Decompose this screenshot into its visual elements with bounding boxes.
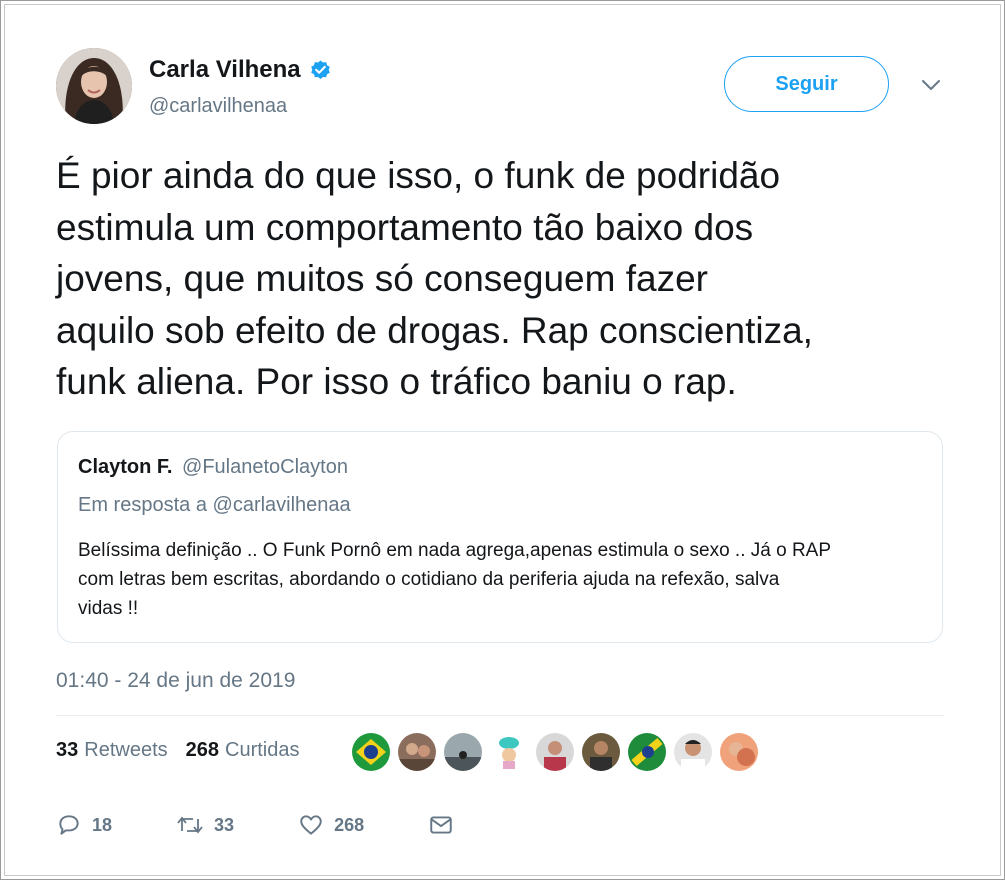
quoted-author-name: Clayton F. (78, 456, 173, 478)
heart-icon (300, 815, 322, 835)
liker-avatar[interactable] (352, 733, 390, 771)
liker-avatar[interactable] (398, 733, 436, 771)
likes-stat[interactable]: 268 Curtidas (186, 739, 300, 762)
likes-label: Curtidas (225, 739, 300, 761)
reply-to-handle[interactable]: @carlavilhenaa (213, 494, 351, 516)
retweet-icon (177, 816, 203, 834)
retweet-action[interactable]: 33 (176, 812, 234, 838)
author-name-row: Carla Vilhena (149, 56, 332, 84)
liker-avatar[interactable] (536, 733, 574, 771)
author-name[interactable]: Carla Vilhena (149, 56, 301, 84)
tweet-line: É pior ainda do que isso, o funk de podr… (56, 155, 781, 196)
liker-avatar[interactable] (582, 733, 620, 771)
liker-avatar[interactable] (674, 733, 712, 771)
tweet-line: funk aliena. Por isso o tráfico baniu o … (56, 361, 737, 402)
reply-action[interactable]: 18 (56, 812, 112, 838)
like-action[interactable]: 268 (298, 812, 364, 838)
retweets-stat[interactable]: 33 Retweets (56, 739, 168, 762)
liker-avatars (352, 733, 766, 771)
retweets-label: Retweets (84, 739, 168, 761)
reply-prefix: Em resposta a (78, 494, 207, 516)
like-count: 268 (334, 814, 365, 835)
tweet-line: jovens, que muitos só conseguem fazer (56, 258, 708, 299)
author-handle[interactable]: @carlavilhenaa (149, 95, 287, 118)
divider (56, 715, 944, 716)
action-bar: 18 33 268 (56, 812, 528, 838)
tweet-line: estimula um comportamento tão baixo dos (56, 206, 754, 248)
chevron-down-icon[interactable] (920, 78, 942, 92)
reply-icon (59, 815, 79, 835)
liker-avatar[interactable] (628, 733, 666, 771)
engagement-stats: 33 Retweets 268 Curtidas (56, 739, 299, 762)
envelope-icon (430, 816, 452, 834)
tweet-line: aquilo sob efeito de drogas. Rap conscie… (56, 309, 813, 351)
reply-count: 18 (92, 814, 113, 835)
quoted-author-handle: @FulanetoClayton (182, 456, 348, 478)
tweet-timestamp[interactable]: 01:40 - 24 de jun de 2019 (56, 669, 295, 693)
author-avatar[interactable] (56, 48, 132, 124)
quoted-reply-context: Em resposta a @carlavilhenaa (78, 494, 351, 517)
quoted-line: vidas !! (78, 598, 139, 619)
retweet-count: 33 (214, 814, 235, 835)
liker-avatar[interactable] (490, 733, 528, 771)
quoted-line: com letras bem escritas, abordando o cot… (78, 569, 780, 590)
quoted-header: Clayton F. @FulanetoClayton (78, 456, 348, 479)
liker-avatar[interactable] (720, 733, 758, 771)
retweets-count: 33 (56, 739, 79, 761)
message-action[interactable] (428, 812, 464, 838)
verified-badge-icon (310, 59, 330, 79)
tweet-text: É pior ainda do que isso, o funk de podr… (56, 150, 956, 408)
quoted-tweet[interactable]: Clayton F. @FulanetoClayton Em resposta … (57, 431, 943, 643)
quoted-line: Belíssima definição .. O Funk Pornô em n… (78, 540, 832, 561)
follow-button[interactable]: Seguir (724, 56, 889, 112)
likes-count: 268 (185, 739, 219, 761)
quoted-text: Belíssima definição .. O Funk Pornô em n… (78, 536, 928, 623)
liker-avatar[interactable] (444, 733, 482, 771)
